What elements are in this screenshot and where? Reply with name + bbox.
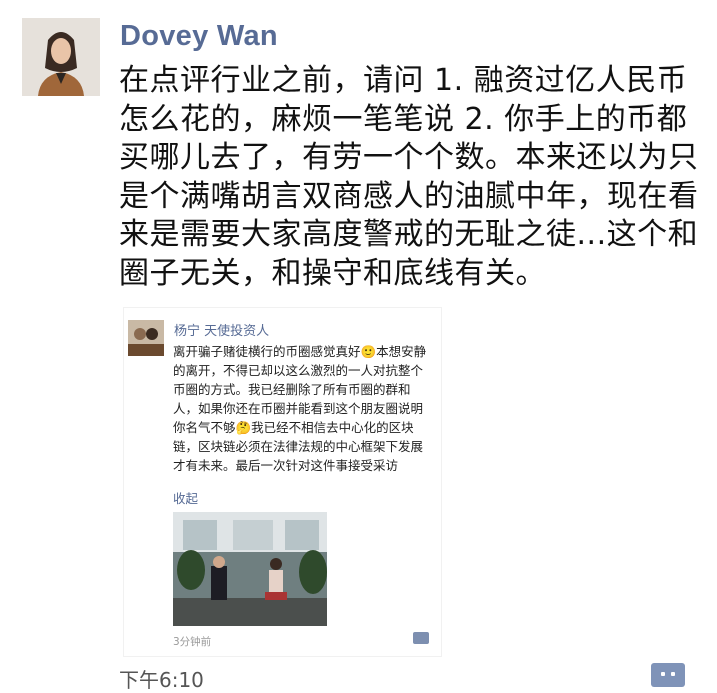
attached-screenshot[interactable]: 杨宁 天使投资人 离开骗子赌徒横行的币圈感觉真好🙂本想安静的离开，不得已却以这么… bbox=[124, 308, 441, 656]
more-dots-icon[interactable] bbox=[651, 663, 685, 687]
author-avatar[interactable] bbox=[22, 18, 100, 96]
video-scene-icon bbox=[173, 512, 327, 626]
post-timestamp: 下午6:10 bbox=[119, 668, 204, 692]
video-thumbnail bbox=[173, 512, 327, 626]
person-photo-icon bbox=[128, 320, 164, 356]
avatar-photo-icon bbox=[22, 18, 100, 96]
post-text: 在点评行业之前，请问 1. 融资过亿人民币怎么花的，麻烦一笔笔说 2. 你手上的… bbox=[119, 63, 699, 291]
screenshot-avatar bbox=[128, 320, 164, 356]
post-author-name[interactable]: Dovey Wan bbox=[120, 20, 278, 53]
screenshot-text: 离开骗子赌徒横行的币圈感觉真好🙂本想安静的离开，不得已却以这么激烈的一人对抗整个… bbox=[173, 344, 427, 473]
screenshot-timestamp: 3分钟前 bbox=[173, 636, 212, 648]
collapse-link: 收起 bbox=[173, 491, 199, 506]
screenshot-author-name: 杨宁 天使投资人 bbox=[174, 324, 270, 339]
screenshot-more-icon bbox=[413, 632, 429, 644]
